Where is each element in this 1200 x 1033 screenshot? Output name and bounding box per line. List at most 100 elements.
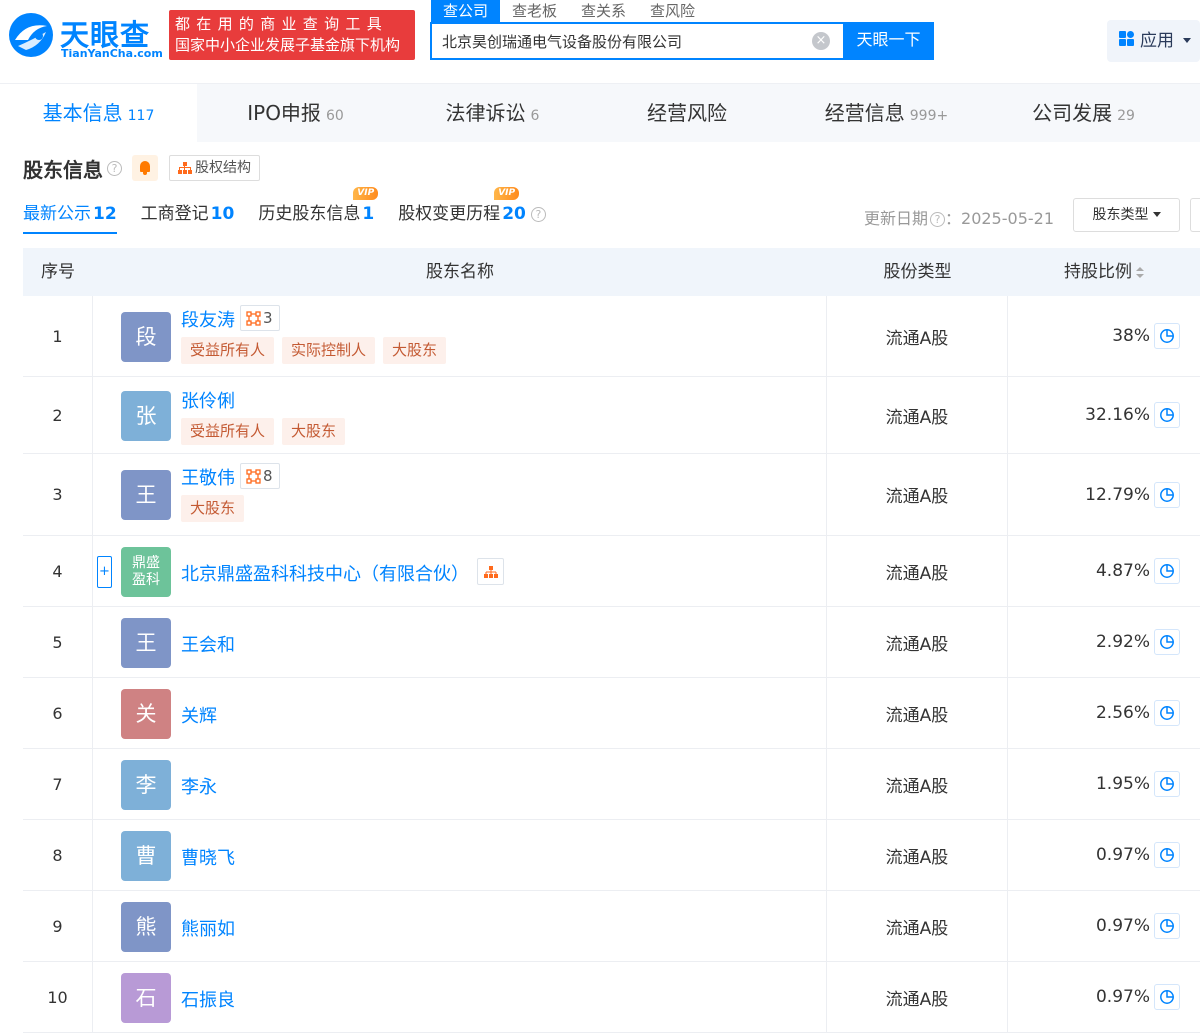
filter-dropdown[interactable] [1190, 198, 1200, 232]
help-icon[interactable]: ? [107, 160, 122, 176]
site-logo[interactable]: 天眼查 TianYanCha.com [6, 10, 163, 62]
shareholder-name[interactable]: 张伶俐 [181, 387, 235, 413]
row-index: 2 [23, 377, 93, 453]
table-row: 4 + 鼎盛 盈科 北京鼎盛盈科科技中心（有限合伙） 流通A股 4.87% [23, 536, 1200, 607]
share-ratio: 0.97% [1095, 987, 1150, 1007]
pie-chart-icon[interactable] [1154, 771, 1180, 797]
shareholder-cell: 李李永 [93, 749, 827, 819]
row-index: 1 [23, 296, 93, 376]
row-index: 3 [23, 454, 93, 535]
table-row: 5 王王会和 流通A股 2.92% [23, 607, 1200, 678]
related-companies-badge[interactable]: 8 [240, 463, 280, 489]
sort-icon[interactable] [1136, 267, 1144, 278]
pie-chart-icon[interactable] [1154, 984, 1180, 1010]
row-index: 5 [23, 607, 93, 677]
tab-operation[interactable]: 经营信息 999+ [788, 84, 985, 142]
pie-chart-icon[interactable] [1154, 323, 1180, 349]
tag-list: 受益所有人 实际控制人 大股东 [181, 337, 454, 364]
share-ratio: 32.16% [1085, 405, 1150, 425]
shareholder-name[interactable]: 熊丽如 [181, 915, 235, 941]
shareholder-tag[interactable]: 受益所有人 [181, 337, 275, 364]
table-row: 2 张张伶俐 受益所有人 大股东 流通A股 32.16% [23, 377, 1200, 454]
sub-tab-latest[interactable]: 最新公示 12 [23, 200, 117, 234]
share-ratio-cell: 2.56% [1008, 678, 1200, 748]
avatar[interactable]: 段 [121, 312, 171, 362]
search-tab-relation[interactable]: 查关系 [569, 0, 638, 22]
avatar[interactable]: 石 [121, 973, 171, 1023]
shareholder-name[interactable]: 李永 [181, 773, 217, 799]
sub-tab-registration[interactable]: 工商登记 10 [141, 200, 235, 234]
clear-icon[interactable]: × [812, 32, 830, 50]
col-name: 股东名称 [426, 262, 494, 282]
pie-chart-icon[interactable] [1154, 913, 1180, 939]
shareholder-tag[interactable]: 大股东 [282, 418, 346, 445]
slogan-banner[interactable]: 都在用的商业查询工具 国家中小企业发展子基金旗下机构 [169, 10, 415, 60]
pie-chart-icon[interactable] [1154, 629, 1180, 655]
shareholder-tag[interactable]: 大股东 [383, 337, 447, 364]
shareholder-name[interactable]: 王敬伟 [181, 464, 235, 490]
related-companies-badge[interactable]: 3 [240, 305, 280, 331]
help-icon[interactable]: ? [530, 207, 546, 222]
shareholder-name[interactable]: 曹晓飞 [181, 844, 235, 870]
avatar[interactable]: 鼎盛 盈科 [121, 547, 171, 597]
table-row: 8 曹曹晓飞 流通A股 0.97% [23, 820, 1200, 891]
org-chart-icon [483, 565, 498, 578]
share-ratio-cell: 38% [1008, 296, 1200, 376]
table-body: 1 段段友涛 3 受益所有人 实际控制人 大股东 流通A股 38% 2 张 张伶… [23, 296, 1200, 1033]
share-ratio: 2.92% [1095, 632, 1150, 652]
shareholder-cell: + 鼎盛 盈科 北京鼎盛盈科科技中心（有限合伙） [93, 536, 827, 606]
tab-risk[interactable]: 经营风险 [591, 84, 788, 142]
shareholder-name[interactable]: 段友涛 [181, 306, 235, 332]
share-ratio-cell: 32.16% [1008, 377, 1200, 453]
shareholder-name[interactable]: 石振良 [181, 986, 235, 1012]
table-row: 10 石石振良 流通A股 0.97% [23, 962, 1200, 1033]
avatar[interactable]: 熊 [121, 902, 171, 952]
bell-icon[interactable] [132, 155, 158, 181]
shareholder-tag[interactable]: 受益所有人 [181, 418, 275, 445]
sub-tab-equity-change[interactable]: VIP 股权变更历程 20? [398, 187, 546, 234]
pie-chart-icon[interactable] [1154, 481, 1180, 508]
tab-basic-info[interactable]: 基本信息 117 [0, 84, 197, 142]
tab-development[interactable]: 公司发展 29 [985, 84, 1182, 142]
col-ratio[interactable]: 持股比例 [1008, 248, 1200, 296]
shareholder-sub-tabs: 最新公示 12 工商登记 10 VIP 历史股东信息 1 VIP 股权变更历程 20? [23, 187, 570, 234]
shareholder-name[interactable]: 关辉 [181, 702, 217, 728]
row-index: 9 [23, 891, 93, 961]
pie-chart-icon[interactable] [1154, 842, 1180, 868]
shareholder-type-dropdown[interactable]: 股东类型 [1073, 198, 1180, 232]
share-type: 流通A股 [827, 536, 1008, 606]
tab-legal[interactable]: 法律诉讼 6 [394, 84, 591, 142]
shareholder-tag[interactable]: 实际控制人 [282, 337, 376, 364]
search-tab-boss[interactable]: 查老板 [500, 0, 569, 22]
sub-tab-history[interactable]: VIP 历史股东信息 1 [258, 187, 379, 234]
shareholder-tag[interactable]: 大股东 [181, 495, 245, 522]
search-tab-company[interactable]: 查公司 [431, 0, 501, 22]
main-tabs: 基本信息 117 IPO申报 60 法律诉讼 6 经营风险 经营信息 999+ 公司发展… [0, 84, 1200, 142]
share-type: 流通A股 [827, 454, 1008, 535]
apps-menu[interactable]: 应用 [1107, 20, 1200, 62]
shareholder-name[interactable]: 北京鼎盛盈科科技中心（有限合伙） [181, 560, 469, 586]
search-input[interactable] [432, 24, 792, 58]
equity-structure-button[interactable]: 股权结构 [169, 155, 260, 181]
avatar[interactable]: 曹 [121, 831, 171, 881]
shareholder-name[interactable]: 王会和 [181, 631, 235, 657]
avatar[interactable]: 李 [121, 760, 171, 810]
equity-chart-button[interactable] [477, 558, 504, 585]
share-type: 流通A股 [827, 962, 1008, 1032]
share-type: 流通A股 [827, 678, 1008, 748]
avatar[interactable]: 关 [121, 689, 171, 739]
search-button[interactable]: 天眼一下 [843, 22, 934, 60]
avatar[interactable]: 张 [121, 391, 171, 441]
table-row: 6 关关辉 流通A股 2.56% [23, 678, 1200, 749]
expand-button[interactable]: + [97, 556, 112, 588]
avatar[interactable]: 王 [121, 470, 171, 520]
avatar[interactable]: 王 [121, 618, 171, 668]
share-ratio-cell: 12.79% [1008, 454, 1200, 535]
search-tab-risk[interactable]: 查风险 [638, 0, 707, 22]
pie-chart-icon[interactable] [1154, 700, 1180, 726]
table-row: 1 段段友涛 3 受益所有人 实际控制人 大股东 流通A股 38% [23, 296, 1200, 377]
tab-ipo[interactable]: IPO申报 60 [197, 84, 394, 142]
pie-chart-icon[interactable] [1154, 402, 1180, 428]
pie-chart-icon[interactable] [1154, 558, 1180, 584]
help-icon[interactable]: ? [930, 212, 946, 227]
